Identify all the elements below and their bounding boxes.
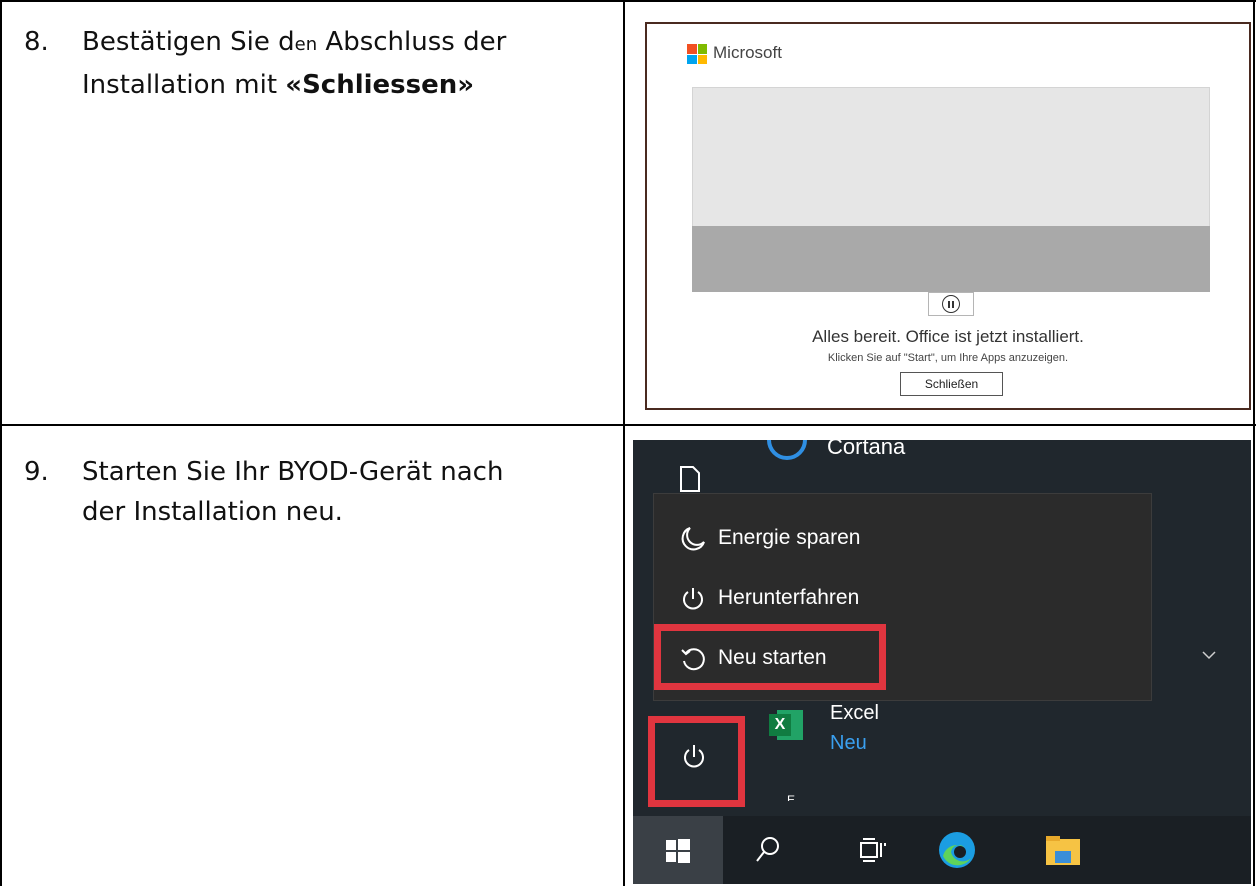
power-icon xyxy=(683,588,703,610)
cortana-icon[interactable] xyxy=(765,440,809,468)
hero-image-band xyxy=(692,226,1210,292)
brand-name: Microsoft xyxy=(713,43,782,62)
menu-item-shutdown[interactable]: Herunterfahren xyxy=(718,586,859,610)
table-border-left xyxy=(0,0,2,886)
windows-logo-icon xyxy=(666,839,690,863)
hint-message: Klicken Sie auf "Start", um Ihre Apps an… xyxy=(827,352,1069,364)
step-number: 9. xyxy=(24,457,49,487)
excel-icon[interactable]: X xyxy=(769,710,803,740)
app-badge-new: Neu xyxy=(830,732,867,754)
highlight-restart xyxy=(654,624,886,690)
taskbar xyxy=(633,816,1251,884)
start-button[interactable] xyxy=(633,816,723,884)
table-row-divider xyxy=(0,424,1256,426)
status-message: Alles bereit. Office ist jetzt installie… xyxy=(812,327,1084,346)
step-text: Bestätigen Sie den Abschluss der Install… xyxy=(82,27,507,100)
pause-icon xyxy=(942,295,960,313)
emphasis: «Schliessen» xyxy=(285,70,475,100)
section-letter: E xyxy=(787,793,796,801)
file-explorer-icon[interactable] xyxy=(1045,836,1081,866)
table-border-middle xyxy=(623,0,625,886)
app-name-excel[interactable]: Excel xyxy=(830,702,879,725)
step-number: 8. xyxy=(24,27,49,57)
chevron-down-icon[interactable] xyxy=(1201,650,1217,660)
search-icon[interactable] xyxy=(755,836,781,864)
hero-image xyxy=(692,87,1210,227)
start-menu-screenshot: Cortana Energie sparen Herunterfahren Ne… xyxy=(633,440,1251,884)
step-9: 9. Starten Sie Ihr BYOD-Gerät nach der I… xyxy=(24,452,614,542)
document-icon[interactable] xyxy=(679,466,701,492)
highlight-power-button xyxy=(648,716,745,807)
close-button[interactable]: Schließen xyxy=(900,372,1003,396)
table-border-top xyxy=(0,0,1256,2)
pause-button[interactable] xyxy=(928,292,974,316)
step-8: 8. Bestätigen Sie den Abschluss der Inst… xyxy=(24,22,614,112)
menu-item-sleep[interactable]: Energie sparen xyxy=(718,526,860,550)
task-view-icon[interactable] xyxy=(859,836,887,864)
moon-icon xyxy=(681,527,705,551)
microsoft-logo-icon xyxy=(687,44,707,64)
office-install-dialog: Microsoft Alles bereit. Office ist jetzt… xyxy=(645,22,1251,410)
edge-browser-icon[interactable] xyxy=(937,830,977,870)
step-text: Starten Sie Ihr BYOD-Gerät nach der Inst… xyxy=(82,457,504,527)
cortana-label[interactable]: Cortana xyxy=(827,440,905,460)
table-border-right xyxy=(1253,0,1255,886)
